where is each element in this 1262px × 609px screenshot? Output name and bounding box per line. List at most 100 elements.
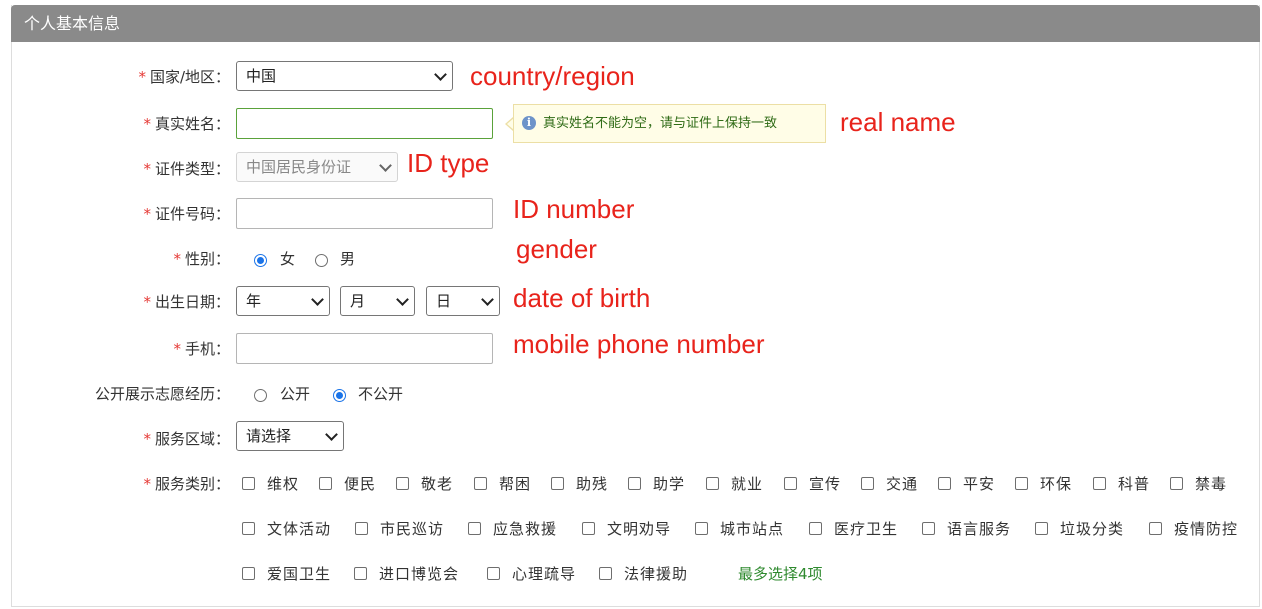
chevron-down-icon bbox=[434, 68, 447, 81]
required-marker: * bbox=[173, 250, 181, 268]
service-type-label-item: 疫情防控 bbox=[1174, 520, 1239, 538]
service-type-label-item: 便民 bbox=[344, 475, 377, 493]
gender-label: * 性别： bbox=[173, 250, 230, 268]
service-type-checkbox[interactable] bbox=[695, 522, 708, 535]
service-type-checkbox[interactable] bbox=[487, 567, 500, 580]
real-name-label: * 真实姓名： bbox=[143, 115, 230, 133]
panel-title: 个人基本信息 bbox=[11, 5, 1260, 42]
public-label: 公开 bbox=[280, 385, 311, 403]
service-type-checkbox[interactable] bbox=[809, 522, 822, 535]
service-type-checkbox[interactable] bbox=[599, 567, 612, 580]
service-type-checkbox[interactable] bbox=[468, 522, 481, 535]
public-history-label: 公开展示志愿经历： bbox=[94, 385, 230, 403]
service-type-checkbox[interactable] bbox=[1149, 522, 1162, 535]
service-type-checkbox[interactable] bbox=[861, 477, 874, 490]
birth-month-select[interactable]: 月 bbox=[340, 286, 415, 316]
required-marker: * bbox=[173, 340, 181, 358]
public-radio[interactable] bbox=[254, 389, 267, 402]
required-marker: * bbox=[143, 430, 151, 448]
service-type-label-item: 禁毒 bbox=[1195, 475, 1228, 493]
service-type-label-item: 城市站点 bbox=[720, 520, 785, 538]
service-type-checkbox[interactable] bbox=[551, 477, 564, 490]
service-type-label-item: 进口博览会 bbox=[379, 565, 460, 583]
service-type-checkbox[interactable] bbox=[938, 477, 951, 490]
service-type-label-item: 宣传 bbox=[809, 475, 842, 493]
service-type-label-item: 法律援助 bbox=[624, 565, 689, 583]
real-name-tooltip: 真实姓名不能为空，请与证件上保持一致 bbox=[513, 104, 826, 143]
service-type-checkbox[interactable] bbox=[1093, 477, 1106, 490]
service-type-label-item: 垃圾分类 bbox=[1060, 520, 1125, 538]
max-selection-note: 最多选择4项 bbox=[738, 565, 823, 583]
required-marker: * bbox=[143, 475, 151, 493]
gender-male-label: 男 bbox=[340, 250, 356, 268]
service-type-checkbox[interactable] bbox=[242, 567, 255, 580]
service-type-label-item: 文明劝导 bbox=[607, 520, 672, 538]
mobile-annotation: mobile phone number bbox=[513, 329, 765, 359]
chevron-down-icon bbox=[396, 293, 409, 306]
birth-label: * 出生日期： bbox=[143, 293, 230, 311]
country-label: * 国家/地区： bbox=[138, 68, 230, 86]
service-type-label-item: 交通 bbox=[886, 475, 919, 493]
id-number-annotation: ID number bbox=[513, 194, 635, 224]
service-type-checkbox[interactable] bbox=[1015, 477, 1028, 490]
not-public-label: 不公开 bbox=[358, 385, 404, 403]
gender-annotation: gender bbox=[516, 234, 597, 264]
service-type-checkbox[interactable] bbox=[396, 477, 409, 490]
service-type-label-item: 维权 bbox=[267, 475, 300, 493]
country-annotation: country/region bbox=[470, 61, 635, 91]
gender-female-radio[interactable] bbox=[254, 254, 267, 267]
birth-day-select[interactable]: 日 bbox=[426, 286, 500, 316]
id-type-select[interactable]: 中国居民身份证 bbox=[236, 152, 398, 182]
service-type-checkbox[interactable] bbox=[242, 477, 255, 490]
info-icon: i bbox=[522, 116, 536, 130]
service-type-checkbox[interactable] bbox=[1170, 477, 1183, 490]
chevron-down-icon bbox=[325, 428, 338, 441]
required-marker: * bbox=[143, 115, 151, 133]
service-type-label-item: 心理疏导 bbox=[512, 565, 577, 583]
service-type-label-item: 医疗卫生 bbox=[834, 520, 899, 538]
mobile-label: * 手机： bbox=[173, 340, 230, 358]
service-area-select[interactable]: 请选择 bbox=[236, 421, 344, 451]
birth-annotation: date of birth bbox=[513, 283, 651, 313]
country-select[interactable]: 中国 bbox=[236, 61, 453, 91]
service-type-label-item: 帮困 bbox=[499, 475, 532, 493]
service-type-label-item: 爱国卫生 bbox=[267, 565, 332, 583]
service-type-label: * 服务类别： bbox=[143, 475, 230, 493]
service-type-label-item: 语言服务 bbox=[947, 520, 1012, 538]
service-type-label-item: 助残 bbox=[576, 475, 609, 493]
service-type-checkbox[interactable] bbox=[354, 567, 367, 580]
service-type-checkbox[interactable] bbox=[582, 522, 595, 535]
service-type-checkbox[interactable] bbox=[319, 477, 332, 490]
service-type-checkbox[interactable] bbox=[706, 477, 719, 490]
service-type-label-item: 就业 bbox=[731, 475, 764, 493]
real-name-annotation: real name bbox=[840, 107, 956, 137]
service-type-label-item: 平安 bbox=[963, 475, 996, 493]
service-type-checkbox[interactable] bbox=[1035, 522, 1048, 535]
service-type-label-item: 市民巡访 bbox=[380, 520, 445, 538]
chevron-down-icon bbox=[481, 293, 494, 306]
real-name-input[interactable] bbox=[236, 108, 493, 139]
service-type-checkbox[interactable] bbox=[474, 477, 487, 490]
gender-female-label: 女 bbox=[280, 250, 296, 268]
not-public-radio[interactable] bbox=[333, 389, 346, 402]
service-type-checkbox[interactable] bbox=[242, 522, 255, 535]
id-number-input[interactable] bbox=[236, 198, 493, 229]
id-number-label: * 证件号码： bbox=[143, 205, 230, 223]
required-marker: * bbox=[143, 205, 151, 223]
service-type-label-item: 敬老 bbox=[421, 475, 454, 493]
service-type-checkbox[interactable] bbox=[355, 522, 368, 535]
service-type-label-item: 应急救援 bbox=[493, 520, 558, 538]
service-type-label-item: 科普 bbox=[1118, 475, 1151, 493]
service-type-label-item: 环保 bbox=[1040, 475, 1073, 493]
required-marker: * bbox=[143, 293, 151, 311]
mobile-input[interactable] bbox=[236, 333, 493, 364]
service-type-checkbox[interactable] bbox=[922, 522, 935, 535]
chevron-down-icon bbox=[311, 293, 324, 306]
service-type-label-item: 文体活动 bbox=[267, 520, 332, 538]
service-type-checkbox[interactable] bbox=[784, 477, 797, 490]
service-type-checkbox[interactable] bbox=[628, 477, 641, 490]
gender-male-radio[interactable] bbox=[315, 254, 328, 267]
service-type-label-item: 助学 bbox=[653, 475, 686, 493]
id-type-label: * 证件类型： bbox=[143, 160, 230, 178]
birth-year-select[interactable]: 年 bbox=[236, 286, 330, 316]
